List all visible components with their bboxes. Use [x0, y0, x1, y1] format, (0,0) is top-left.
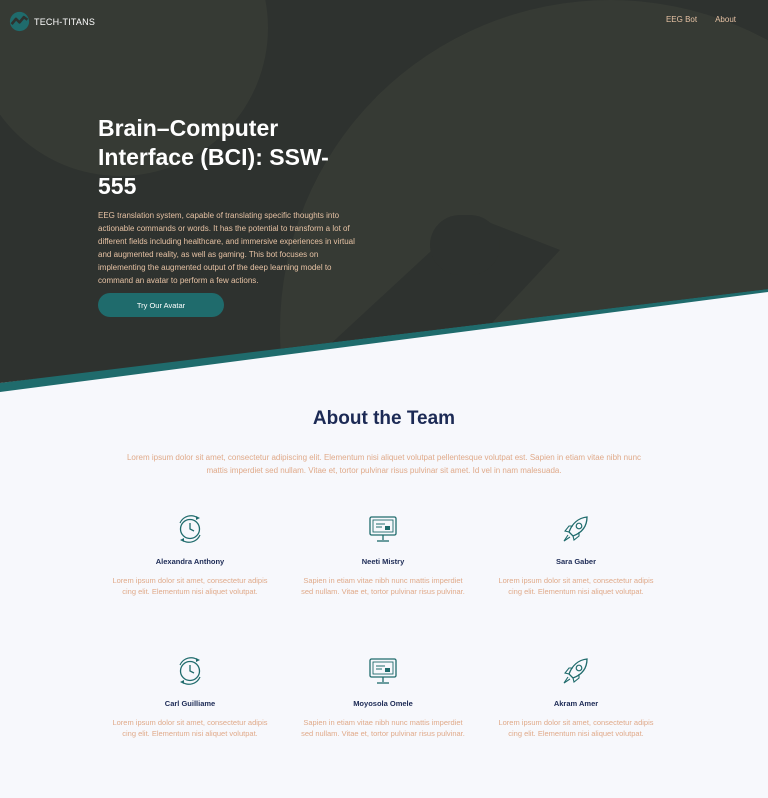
member-description: Sapien in etiam vitae nibh nunc mattis i…	[301, 718, 465, 738]
member-name: Sara Gaber	[555, 557, 597, 566]
try-avatar-button[interactable]: Try Our Avatar	[98, 293, 224, 317]
hero-title: Brain–Computer Interface (BCI): SSW-555	[98, 115, 329, 199]
monitor-icon	[369, 658, 397, 684]
member-name: Moyosola Omele	[353, 699, 413, 708]
member-name: Akram Amer	[553, 699, 599, 708]
monitor-icon	[369, 516, 397, 542]
member-description: Lorem ipsum dolor sit amet, consectetur …	[112, 718, 268, 738]
about-description: Lorem ipsum dolor sit amet, consectetur …	[126, 453, 642, 475]
team-member-card: Alexandra Anthony Lorem ipsum dolor sit …	[100, 513, 280, 597]
clock-icon	[179, 515, 201, 543]
member-description: Sapien in etiam vitae nibh nunc mattis i…	[301, 576, 465, 596]
nav-link-eeg-bot[interactable]: EEG Bot	[666, 15, 697, 24]
brand-name: TECH-TITANS	[34, 16, 96, 27]
member-description: Lorem ipsum dolor sit amet, consectetur …	[498, 576, 654, 596]
team-member-card: Carl Guilliame Lorem ipsum dolor sit ame…	[100, 655, 280, 739]
brand-logo[interactable]: TECH-TITANS	[9, 11, 95, 32]
hero-section: TECH-TITANS EEG Bot About Brain–Computer…	[0, 0, 768, 400]
top-nav: EEG Bot About	[666, 15, 736, 24]
logo-icon	[9, 11, 30, 32]
team-member-card: Akram Amer Lorem ipsum dolor sit amet, c…	[486, 655, 666, 739]
member-name: Neeti Mistry	[361, 557, 405, 566]
nav-link-about[interactable]: About	[715, 15, 736, 24]
hero-description: EEG translation system, capable of trans…	[98, 211, 355, 285]
team-member-card: Sara Gaber Lorem ipsum dolor sit amet, c…	[486, 513, 666, 597]
about-title: About the Team	[312, 408, 456, 429]
team-member-card: Neeti Mistry Sapien in etiam vitae nibh …	[293, 513, 473, 597]
member-description: Lorem ipsum dolor sit amet, consectetur …	[498, 718, 654, 738]
member-name: Alexandra Anthony	[155, 557, 225, 566]
member-description: Lorem ipsum dolor sit amet, consectetur …	[112, 576, 268, 596]
clock-icon	[179, 657, 201, 685]
team-member-card: Moyosola Omele Sapien in etiam vitae nib…	[293, 655, 473, 739]
member-name: Carl Guilliame	[164, 699, 216, 708]
rocket-icon	[563, 516, 588, 542]
rocket-icon	[563, 658, 588, 684]
